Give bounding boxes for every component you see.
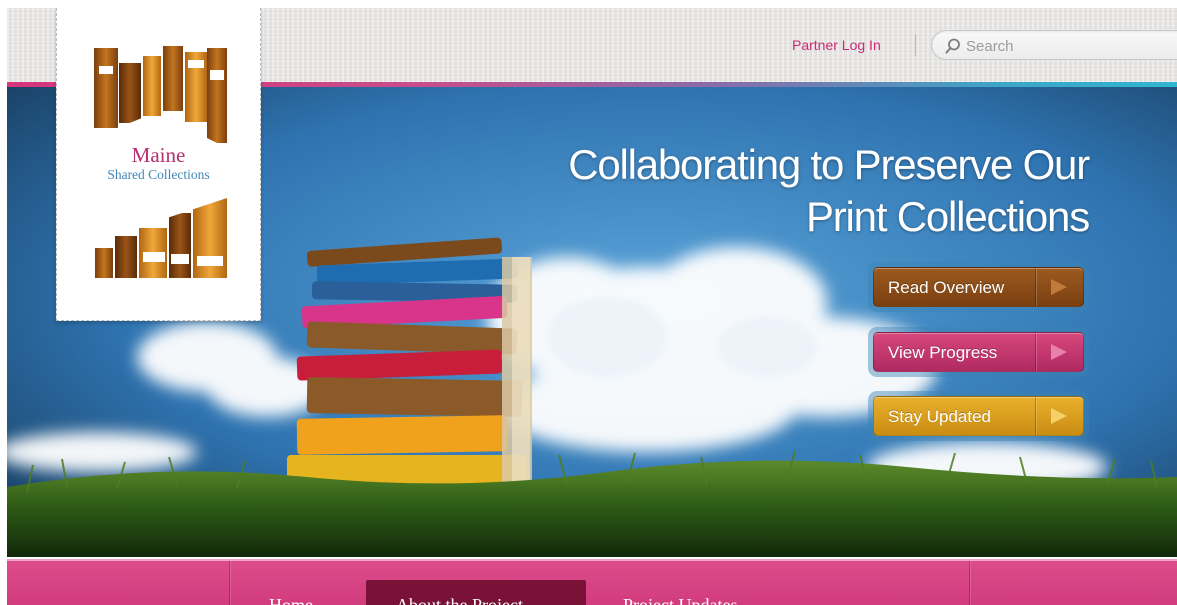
nav-divider (229, 561, 230, 605)
headline-line-1: Collaborating to Preserve Our (568, 141, 1090, 188)
play-arrow-icon (1051, 279, 1067, 295)
nav-divider (969, 561, 970, 605)
read-overview-button-face: Read Overview (873, 267, 1084, 307)
view-progress-label: View Progress (888, 343, 998, 362)
button-divider (1035, 268, 1036, 306)
nav-item-project-updates[interactable]: Project Updates (623, 595, 737, 605)
site-logo[interactable]: Maine Shared Collections (56, 8, 261, 321)
hero-headline: Collaborating to Preserve Our Print Coll… (529, 139, 1090, 243)
headline-line-2: Print Collections (805, 193, 1090, 240)
button-divider (1035, 333, 1036, 371)
view-progress-button-face: View Progress (873, 332, 1084, 372)
read-overview-label: Read Overview (888, 278, 1005, 297)
stay-updated-button-face: Stay Updated (873, 396, 1084, 436)
partner-login-link[interactable]: Partner Log In (792, 37, 881, 53)
header-divider (915, 34, 916, 56)
logo-title: Maine (131, 143, 186, 167)
nav-item-about-the-project[interactable]: About the Project (396, 595, 523, 605)
button-divider (1035, 397, 1036, 435)
play-arrow-icon (1051, 408, 1067, 424)
nav-item-home[interactable]: Home (269, 595, 313, 605)
read-overview-button[interactable]: Read Overview (868, 262, 1089, 312)
search-icon (945, 38, 960, 54)
page: Partner Log In Search Collaborating to P… (7, 8, 1177, 605)
view-progress-button[interactable]: View Progress (868, 327, 1089, 377)
search-input[interactable] (964, 35, 1177, 57)
logo-subtitle: Shared Collections (107, 167, 210, 182)
search-box[interactable] (931, 30, 1177, 60)
stay-updated-label: Stay Updated (888, 407, 992, 426)
play-arrow-icon (1051, 344, 1067, 360)
stay-updated-button[interactable]: Stay Updated (868, 391, 1089, 441)
main-navigation: Home About the Project Project Updates (7, 559, 1177, 605)
book-stack-illustration (287, 237, 532, 495)
